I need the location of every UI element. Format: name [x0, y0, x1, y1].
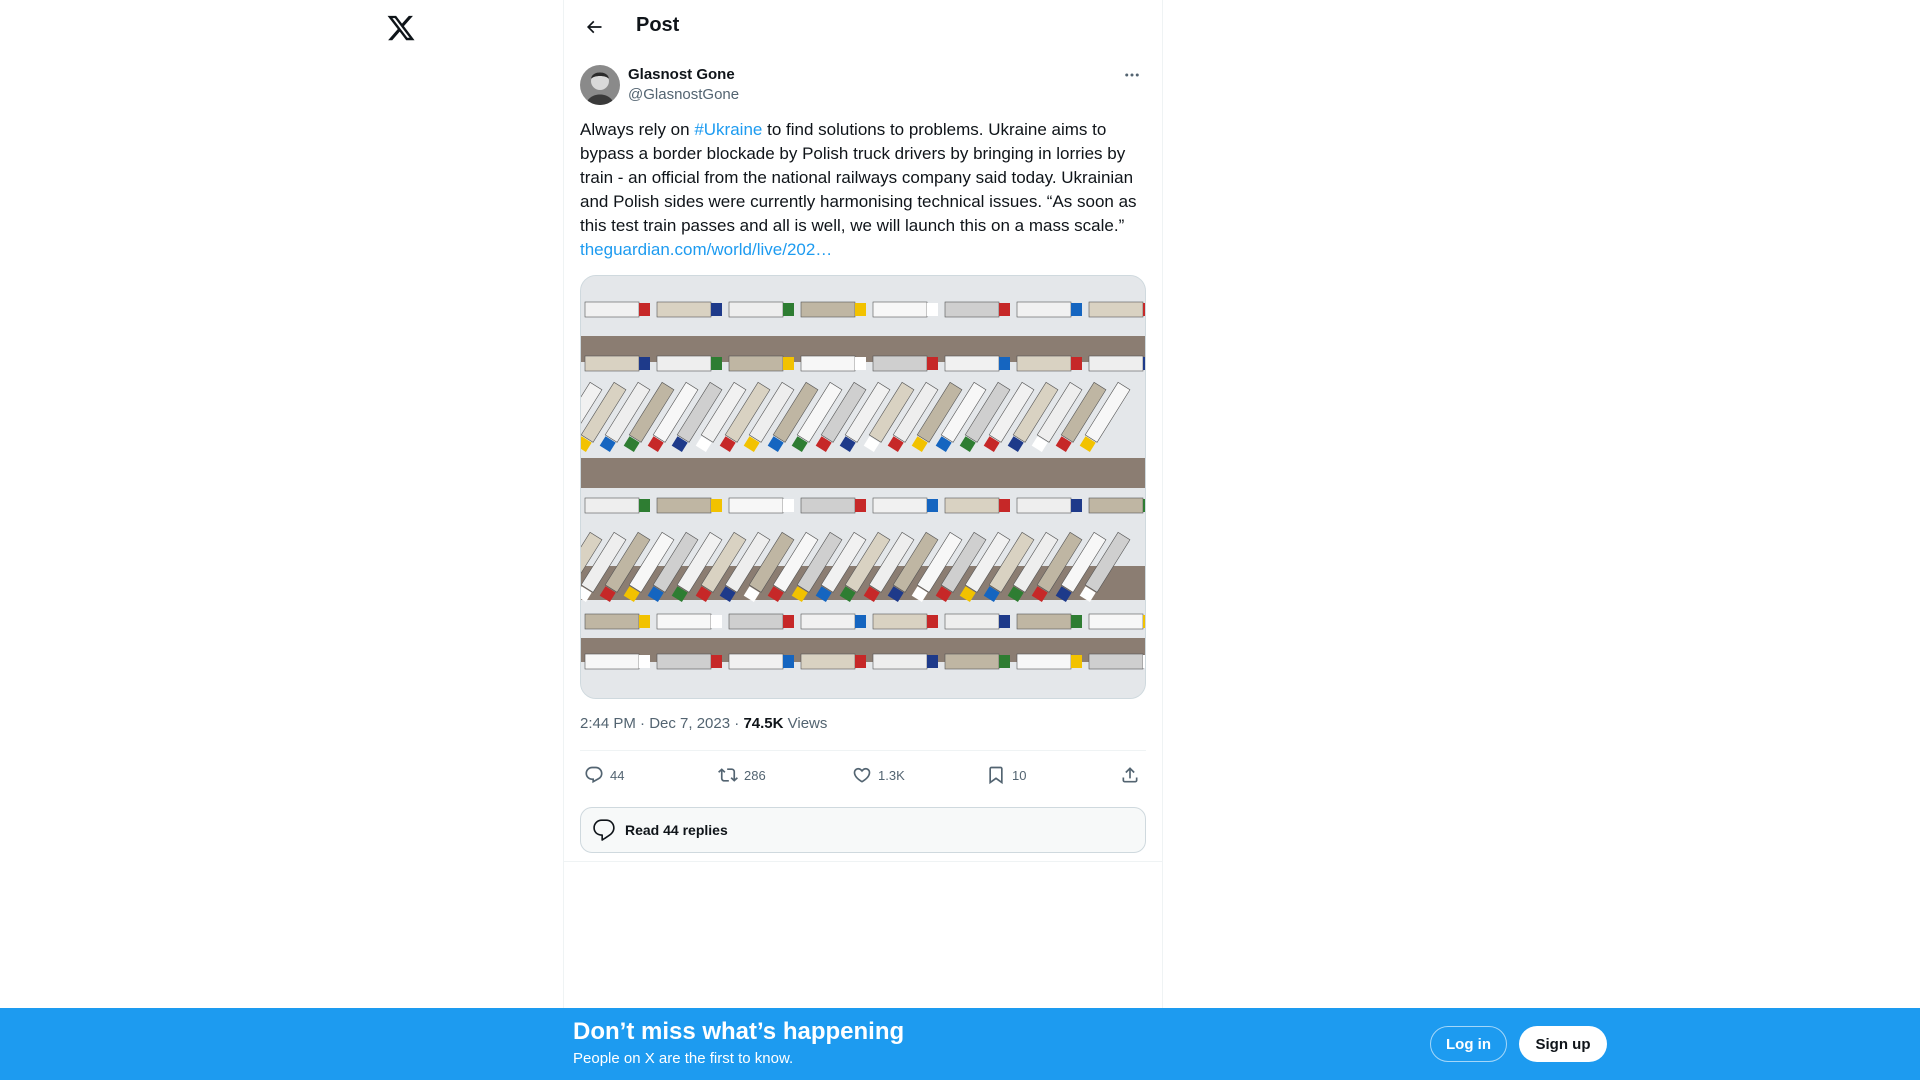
signup-banner: Don’t miss what’s happening People on X … — [0, 1008, 1920, 1080]
post-text: Always rely on #Ukraine to find solution… — [580, 118, 1146, 262]
read-replies-button[interactable]: Read 44 replies — [580, 807, 1146, 853]
bookmark-count: 10 — [1012, 767, 1027, 783]
post-header: Post — [564, 0, 1162, 53]
reply-icon — [585, 766, 603, 784]
share-button[interactable] — [1120, 751, 1140, 799]
hashtag-link[interactable]: #Ukraine — [694, 120, 762, 139]
avatar[interactable] — [580, 65, 620, 105]
primary-column: Post Glasnost Gone @GlasnostGone Always … — [563, 0, 1163, 1080]
x-logo-icon[interactable] — [386, 13, 416, 43]
author-handle[interactable]: @GlasnostGone — [628, 86, 739, 103]
more-options-icon[interactable] — [1120, 65, 1144, 85]
post-meta: 2:44 PM · Dec 7, 2023 · 74.5K Views — [580, 715, 828, 732]
author-name[interactable]: Glasnost Gone — [628, 66, 735, 83]
truck-parking-photo — [581, 276, 1145, 698]
bookmark-button[interactable]: 10 — [986, 751, 1026, 799]
banner-title: Don’t miss what’s happening — [573, 1018, 905, 1045]
share-icon — [1122, 767, 1138, 783]
views-label: Views — [787, 715, 828, 732]
post-timestamp[interactable]: 2:44 PM · Dec 7, 2023 — [580, 715, 730, 732]
article-link[interactable]: theguardian.com/world/live/202… — [580, 240, 832, 259]
post-actions: 44 286 1.3K 10 — [580, 751, 1146, 799]
like-button[interactable]: 1.3K — [852, 751, 905, 799]
read-replies-label: Read 44 replies — [625, 822, 728, 838]
speech-bubbles-icon — [593, 819, 615, 841]
back-arrow-icon[interactable] — [578, 11, 610, 43]
post-image[interactable] — [580, 275, 1146, 699]
reply-count: 44 — [610, 767, 625, 783]
repost-icon — [718, 768, 738, 782]
page-title: Post — [636, 14, 680, 36]
views-count: 74.5K — [743, 715, 784, 732]
signup-button[interactable]: Sign up — [1519, 1026, 1607, 1062]
repost-button[interactable]: 286 — [718, 751, 766, 799]
banner-subtitle: People on X are the first to know. — [573, 1050, 794, 1067]
login-button[interactable]: Log in — [1430, 1026, 1507, 1062]
divider — [564, 861, 1162, 862]
repost-count: 286 — [744, 767, 766, 783]
like-count: 1.3K — [878, 767, 905, 783]
bookmark-icon — [989, 766, 1003, 785]
post-text-part: Always rely on — [580, 120, 695, 139]
heart-icon — [853, 767, 871, 783]
reply-button[interactable]: 44 — [584, 751, 624, 799]
